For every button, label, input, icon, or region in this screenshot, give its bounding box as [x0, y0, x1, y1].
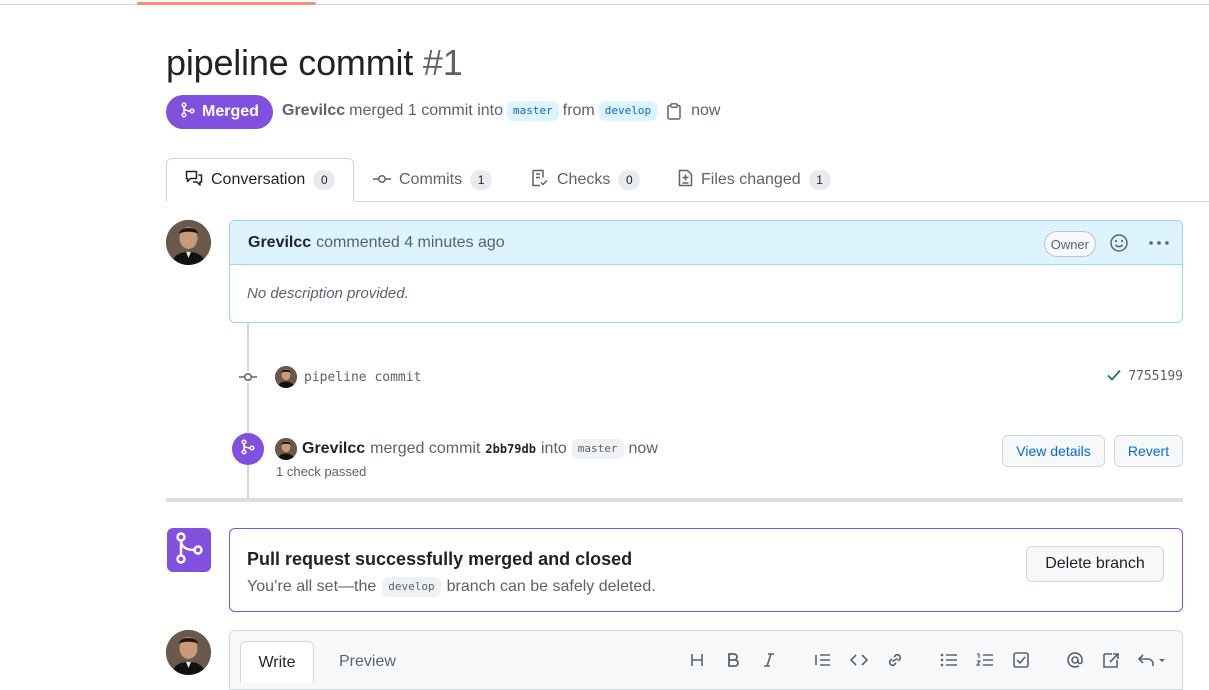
commit-message-link[interactable]: pipeline commit	[304, 370, 421, 385]
revert-button[interactable]: Revert	[1114, 435, 1183, 467]
view-details-button[interactable]: View details	[1002, 435, 1105, 467]
page-title: pipeline commit #1	[166, 42, 463, 84]
time-text: now	[691, 102, 721, 119]
merge-event: Grevilcc merged commit 2bb79db into mast…	[275, 438, 658, 460]
check-icon[interactable]	[1106, 368, 1122, 385]
quote-icon[interactable]	[813, 650, 833, 670]
active-nav-indicator	[137, 2, 316, 5]
git-merge-icon	[240, 438, 256, 460]
tab-write[interactable]: Write	[240, 641, 314, 683]
git-merge-icon	[172, 531, 206, 570]
delete-branch-button[interactable]: Delete branch	[1026, 546, 1164, 582]
merge-text: merged commit	[370, 440, 481, 457]
deletable-branch[interactable]: develop	[382, 577, 441, 597]
tab-commits[interactable]: Commits 1	[373, 158, 493, 202]
avatar[interactable]	[275, 438, 297, 460]
code-icon[interactable]	[849, 650, 869, 670]
bold-icon[interactable]	[723, 650, 743, 670]
tab-label: Checks	[557, 171, 611, 188]
comment-box: Grevilcc commented 4 minutes ago Owner N…	[229, 220, 1183, 323]
merge-time[interactable]: now	[629, 440, 658, 458]
subtitle-prefix: You’re all set—the	[247, 578, 377, 595]
merged-notice-subtitle: You’re all set—the develop branch can be…	[247, 577, 656, 597]
tab-label: Files changed	[701, 171, 801, 188]
heading-icon[interactable]	[687, 650, 707, 670]
tab-label: Commits	[399, 171, 463, 188]
merged-notice-title: Pull request successfully merged and clo…	[247, 549, 633, 569]
timeline-divider	[166, 498, 1183, 502]
link-icon[interactable]	[885, 650, 905, 670]
reference-icon[interactable]	[1101, 650, 1121, 670]
subtitle-suffix: branch can be safely deleted.	[446, 578, 656, 595]
checks-passed[interactable]: 1 check passed	[276, 464, 366, 479]
into-text: into	[540, 440, 567, 457]
merge-author[interactable]: Grevilcc	[302, 440, 365, 458]
merge-branch[interactable]: master	[571, 439, 624, 459]
merged-icon-badge	[167, 528, 211, 572]
tab-counter: 0	[618, 170, 641, 190]
pr-number: #1	[422, 42, 463, 83]
from-text: from	[562, 102, 595, 119]
tab-preview[interactable]: Preview	[339, 641, 396, 683]
tab-conversation[interactable]: Conversation 0	[166, 158, 355, 202]
timeline-line	[247, 323, 249, 500]
commit-status: 7755199	[1106, 368, 1183, 385]
checklist-icon	[531, 169, 549, 192]
avatar[interactable]	[166, 630, 211, 675]
pr-title: pipeline commit	[166, 42, 414, 83]
comment-editor: Write Preview	[229, 630, 1183, 690]
tab-files-changed[interactable]: Files changed 1	[678, 158, 831, 202]
author-link[interactable]: Grevilcc	[282, 102, 345, 120]
comment-author[interactable]: Grevilcc	[248, 234, 311, 252]
kebab-horizontal-icon[interactable]	[1148, 233, 1170, 258]
pr-meta: Grevilcc merged 1 commit into master fro…	[282, 101, 720, 121]
italic-icon[interactable]	[759, 650, 779, 670]
smiley-icon[interactable]	[1109, 233, 1129, 258]
comment-header: Grevilcc commented 4 minutes ago Owner	[230, 221, 1182, 265]
merged-notice: Pull request successfully merged and clo…	[229, 528, 1183, 612]
merge-text: merged 1 commit into	[349, 102, 503, 119]
reply-icon[interactable]	[1137, 650, 1167, 670]
merged-status-badge: Merged	[166, 95, 273, 129]
unordered-list-icon[interactable]	[939, 650, 959, 670]
commit-sha-link[interactable]: 7755199	[1128, 369, 1183, 384]
git-commit-icon	[238, 370, 258, 388]
merge-commit-sha[interactable]: 2bb79db	[485, 442, 536, 456]
avatar[interactable]	[275, 366, 297, 388]
comment-body: No description provided.	[247, 285, 409, 302]
tab-label: Conversation	[211, 171, 306, 188]
tab-counter: 1	[808, 170, 831, 190]
git-merge-icon	[180, 101, 196, 123]
mention-icon[interactable]	[1065, 650, 1085, 670]
commit-event: pipeline commit	[275, 366, 421, 388]
status-label: Merged	[202, 103, 259, 120]
tab-checks[interactable]: Checks 0	[531, 158, 641, 202]
git-commit-icon	[373, 171, 391, 189]
ordered-list-icon[interactable]	[975, 650, 995, 670]
task-list-icon[interactable]	[1011, 650, 1031, 670]
comment-action[interactable]: commented 4 minutes ago	[316, 234, 505, 252]
comment-discussion-icon	[185, 170, 203, 191]
tab-counter: 0	[313, 170, 336, 190]
tab-counter: 1	[470, 170, 493, 190]
head-branch[interactable]: develop	[598, 101, 658, 121]
base-branch[interactable]: master	[507, 101, 559, 121]
copy-icon[interactable]	[667, 102, 681, 120]
file-diff-icon	[678, 169, 693, 192]
owner-badge: Owner	[1043, 231, 1096, 257]
avatar[interactable]	[166, 220, 211, 265]
merge-event-badge	[232, 433, 264, 465]
